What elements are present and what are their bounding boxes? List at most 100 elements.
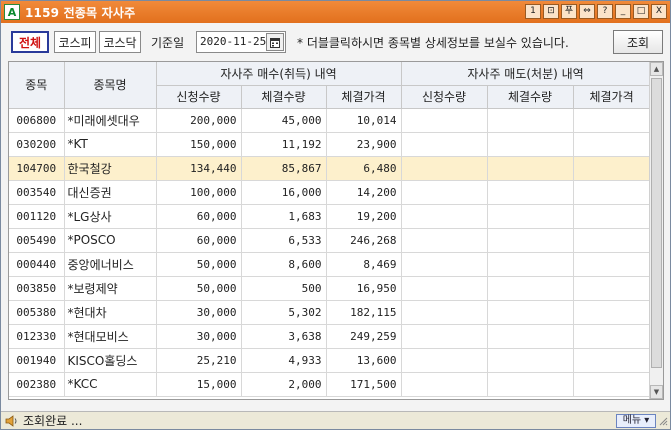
resize-button[interactable]: ⇔ xyxy=(579,4,595,19)
header-sell-request[interactable]: 신청수량 xyxy=(401,85,488,109)
cell-name: *미래에셋대우 xyxy=(64,108,157,133)
maximize-button[interactable]: □ xyxy=(633,4,649,19)
header-buy-executed[interactable]: 체결수량 xyxy=(241,85,327,109)
cell-buy-price: 249,259 xyxy=(326,324,402,349)
screen-number-button[interactable]: 1 xyxy=(525,4,541,19)
header-name[interactable]: 종목명 xyxy=(64,62,157,109)
cell-sell-executed xyxy=(487,108,574,133)
cell-buy-price: 246,268 xyxy=(326,228,402,253)
cell-sell-request xyxy=(401,276,488,301)
header-sell-group: 자사주 매도(처분) 내역 xyxy=(401,62,651,86)
header-sell-executed[interactable]: 체결수량 xyxy=(487,85,574,109)
cell-sell-request xyxy=(401,348,488,373)
cell-sell-price xyxy=(573,204,651,229)
table-row[interactable]: 005380 *현대차 30,000 5,302 182,115 xyxy=(9,300,651,325)
cell-name: *보령제약 xyxy=(64,276,157,301)
cell-code: 012330 xyxy=(9,324,65,349)
table-row[interactable]: 003540 대신증권 100,000 16,000 14,200 xyxy=(9,180,651,205)
cell-buy-executed: 8,600 xyxy=(241,252,327,277)
cell-buy-executed: 6,533 xyxy=(241,228,327,253)
help-button[interactable]: ? xyxy=(597,4,613,19)
cell-buy-price: 13,600 xyxy=(326,348,402,373)
cell-sell-price xyxy=(573,156,651,181)
tab-all[interactable]: 전체 xyxy=(11,31,49,53)
cell-code: 005380 xyxy=(9,300,65,325)
cell-buy-price: 14,200 xyxy=(326,180,402,205)
vertical-scrollbar[interactable]: ▲ ▼ xyxy=(649,62,663,399)
cell-buy-price: 19,200 xyxy=(326,204,402,229)
search-button[interactable]: 조회 xyxy=(613,30,663,54)
pin-button[interactable]: 푸 xyxy=(561,4,577,19)
scroll-thumb[interactable] xyxy=(651,78,662,368)
tab-kosdaq[interactable]: 코스닥 xyxy=(99,31,141,53)
header-code[interactable]: 종목 xyxy=(9,62,65,109)
table-row[interactable]: 030200 *KT 150,000 11,192 23,900 xyxy=(9,132,651,157)
cell-code: 003540 xyxy=(9,180,65,205)
cell-name: *POSCO xyxy=(64,228,157,253)
cell-sell-request xyxy=(401,300,488,325)
table-row[interactable]: 001940 KISCO홀딩스 25,210 4,933 13,600 xyxy=(9,348,651,373)
close-button[interactable]: X xyxy=(651,4,667,19)
cell-name: *현대모비스 xyxy=(64,324,157,349)
cell-code: 030200 xyxy=(9,132,65,157)
table-row[interactable]: 104700 한국철강 134,440 85,867 6,480 xyxy=(9,156,651,181)
date-value: 2020-11-25 xyxy=(200,35,267,48)
table-row[interactable]: 000440 중앙에너비스 50,000 8,600 8,469 xyxy=(9,252,651,277)
data-table: 종목 종목명 자사주 매수(취득) 내역 자사주 매도(처분) 내역 신청수량 … xyxy=(9,62,651,397)
header-buy-group: 자사주 매수(취득) 내역 xyxy=(156,62,402,86)
cell-buy-executed: 2,000 xyxy=(241,372,327,397)
cell-name: 중앙에너비스 xyxy=(64,252,157,277)
cell-sell-request xyxy=(401,324,488,349)
cell-sell-price xyxy=(573,324,651,349)
cell-buy-price: 171,500 xyxy=(326,372,402,397)
app-window: A 1159 전종목 자사주 1 ⊡ 푸 ⇔ ? _ □ X 전체 코스피 코스… xyxy=(0,0,671,430)
cell-sell-price xyxy=(573,252,651,277)
cell-sell-price xyxy=(573,180,651,205)
cell-buy-executed: 5,302 xyxy=(241,300,327,325)
cell-name: *LG상사 xyxy=(64,204,157,229)
header-buy-request[interactable]: 신청수량 xyxy=(156,85,242,109)
speaker-icon xyxy=(5,414,17,427)
cell-buy-request: 50,000 xyxy=(156,252,242,277)
table-row[interactable]: 005490 *POSCO 60,000 6,533 246,268 xyxy=(9,228,651,253)
table-row[interactable]: 003850 *보령제약 50,000 500 16,950 xyxy=(9,276,651,301)
scroll-up-icon[interactable]: ▲ xyxy=(650,62,663,76)
cell-sell-request xyxy=(401,132,488,157)
cell-code: 002380 xyxy=(9,372,65,397)
resize-grip-icon[interactable] xyxy=(658,416,668,426)
cell-name: *현대차 xyxy=(64,300,157,325)
cell-name: KISCO홀딩스 xyxy=(64,348,157,373)
cell-sell-executed xyxy=(487,324,574,349)
table-row[interactable]: 012330 *현대모비스 30,000 3,638 249,259 xyxy=(9,324,651,349)
cell-name: 한국철강 xyxy=(64,156,157,181)
toolbar: 전체 코스피 코스닥 기준일 2020-11-25 * 더블클릭하시면 종목별 … xyxy=(1,23,670,59)
date-input[interactable]: 2020-11-25 xyxy=(196,31,286,53)
treasury-stock-grid[interactable]: 종목 종목명 자사주 매수(취득) 내역 자사주 매도(처분) 내역 신청수량 … xyxy=(8,61,664,400)
menu-button[interactable]: 메뉴 ▾ xyxy=(616,414,656,428)
cell-name: *KT xyxy=(64,132,157,157)
cell-buy-request: 60,000 xyxy=(156,204,242,229)
scroll-down-icon[interactable]: ▼ xyxy=(650,385,663,399)
minimize-button[interactable]: _ xyxy=(615,4,631,19)
cell-code: 006800 xyxy=(9,108,65,133)
link-button[interactable]: ⊡ xyxy=(543,4,559,19)
header-sell-price[interactable]: 체결가격 xyxy=(573,85,651,109)
cell-sell-request xyxy=(401,204,488,229)
cell-buy-price: 6,480 xyxy=(326,156,402,181)
header-buy-price[interactable]: 체결가격 xyxy=(326,85,402,109)
cell-buy-request: 100,000 xyxy=(156,180,242,205)
cell-sell-executed xyxy=(487,372,574,397)
cell-sell-request xyxy=(401,372,488,397)
title-bar[interactable]: A 1159 전종목 자사주 1 ⊡ 푸 ⇔ ? _ □ X xyxy=(1,1,670,23)
cell-buy-executed: 4,933 xyxy=(241,348,327,373)
table-row[interactable]: 001120 *LG상사 60,000 1,683 19,200 xyxy=(9,204,651,229)
table-row[interactable]: 006800 *미래에셋대우 200,000 45,000 10,014 xyxy=(9,108,651,133)
cell-sell-executed xyxy=(487,228,574,253)
app-logo-icon: A xyxy=(4,4,20,20)
calendar-icon[interactable] xyxy=(266,33,284,51)
cell-sell-executed xyxy=(487,276,574,301)
cell-sell-request xyxy=(401,252,488,277)
status-bar: 조회완료 ... 메뉴 ▾ xyxy=(1,411,670,429)
tab-kospi[interactable]: 코스피 xyxy=(54,31,96,53)
table-row[interactable]: 002380 *KCC 15,000 2,000 171,500 xyxy=(9,372,651,397)
